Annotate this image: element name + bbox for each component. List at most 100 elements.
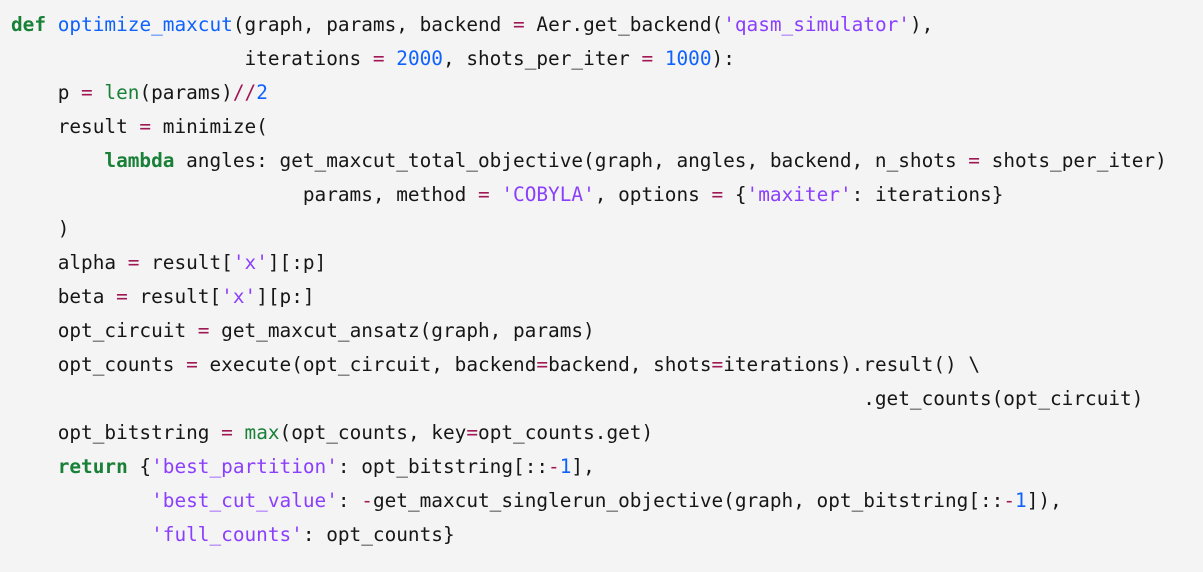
code-token-text: result[ [127, 285, 222, 308]
code-block: def optimize_maxcut(graph, params, backe… [0, 0, 1203, 572]
code-line: result = minimize( [11, 110, 1203, 144]
code-token-text: backend, shots [548, 353, 712, 376]
code-token-builtin: max [244, 421, 280, 444]
code-token-string: 'x' [221, 285, 257, 308]
code-token-text: minimize( [151, 115, 268, 138]
code-token-string: 'qasm_simulator' [723, 13, 910, 36]
code-line: opt_bitstring = max(opt_counts, key=opt_… [11, 416, 1203, 450]
code-token-text: opt_circuit [11, 319, 198, 342]
code-token-text: (params) [139, 81, 233, 104]
code-token-operator: = [711, 183, 724, 206]
code-token-text: result [11, 115, 140, 138]
code-token-operator: = [197, 319, 210, 342]
code-token-text: params, method [11, 183, 478, 206]
code-line: ) [11, 212, 1203, 246]
code-token-text: ][:p] [267, 251, 327, 274]
code-token-text: ], [571, 455, 595, 478]
code-token-operator: - [361, 489, 373, 512]
code-line: opt_circuit = get_maxcut_ansatz(graph, p… [11, 314, 1203, 348]
code-token-text: : [337, 489, 362, 512]
code-token-keyword: lambda [104, 149, 175, 172]
code-token-text: opt_counts.get) [478, 421, 654, 444]
code-token-text: , shots_per_iter [442, 47, 642, 70]
code-line: .get_counts(opt_circuit) [11, 382, 1203, 416]
code-token-text: iterations).result() \ [723, 353, 981, 376]
code-token-string: 'best_cut_value' [151, 489, 338, 512]
code-token-text: .get_counts(opt_circuit) [11, 387, 1144, 410]
code-token-text: beta [11, 285, 117, 308]
code-token-operator: - [1003, 489, 1016, 512]
code-token-operator: = [466, 421, 479, 444]
code-token-text: , options [594, 183, 712, 206]
code-token-text: angles: get_maxcut_total_objective(graph… [174, 149, 969, 172]
code-token-text: opt_counts [11, 353, 187, 376]
code-token-operator: = [477, 183, 490, 206]
code-line: lambda angles: get_maxcut_total_objectiv… [11, 144, 1203, 178]
code-token-string: 'maxiter' [746, 183, 852, 206]
code-token-builtin: len [104, 81, 140, 104]
code-line: beta = result['x'][p:] [11, 280, 1203, 314]
code-line: alpha = result['x'][:p] [11, 246, 1203, 280]
code-token-text: : opt_counts} [302, 523, 455, 546]
code-token-number: 2000 [396, 47, 443, 70]
code-token-keyword: return [57, 455, 128, 478]
code-token-text: execute(opt_circuit, backend [197, 353, 537, 376]
code-token-number: 1 [559, 455, 572, 478]
code-token-number: 1 [1015, 489, 1027, 512]
code-line: params, method = 'COBYLA', options = {'m… [11, 178, 1203, 212]
code-token-text: opt_bitstring [11, 421, 222, 444]
code-token-operator: = [186, 353, 198, 376]
code-line: p = len(params)//2 [11, 76, 1203, 110]
code-token-text: (graph, params, backend [232, 13, 514, 36]
code-token-text: iterations [11, 47, 373, 70]
code-token-funcname: optimize_maxcut [57, 13, 233, 36]
code-token-text: { [127, 455, 152, 478]
code-token-number: 2 [256, 81, 268, 104]
code-token-operator: = [81, 81, 93, 104]
code-token-text: Aer.get_backend( [524, 13, 724, 36]
code-token-text: (opt_counts, key [279, 421, 467, 444]
code-token-operator: = [641, 47, 654, 70]
code-token-text: p [11, 81, 82, 104]
code-token-text: : iterations} [851, 183, 1004, 206]
code-line: def optimize_maxcut(graph, params, backe… [11, 8, 1203, 42]
code-line: opt_counts = execute(opt_circuit, backen… [11, 348, 1203, 382]
code-token-operator: = [513, 13, 525, 36]
code-token-operator: // [232, 81, 257, 104]
code-token-text: ]), [1026, 489, 1062, 512]
code-token-operator: = [139, 115, 152, 138]
code-token-number: 1000 [664, 47, 712, 70]
code-token-string: 'x' [232, 251, 268, 274]
code-token-text: ): [711, 47, 735, 70]
code-token-text: ), [909, 13, 934, 36]
code-token-operator: = [372, 47, 385, 70]
code-token-text: ][p:] [256, 285, 315, 308]
code-token-text: ) [11, 217, 70, 240]
code-token-text: : opt_bitstring[:: [337, 455, 549, 478]
code-token-keyword: def [11, 13, 47, 36]
code-token-operator: = [711, 353, 724, 376]
code-token-text: shots_per_iter) [979, 149, 1167, 172]
code-line: return {'best_partition': opt_bitstring[… [11, 450, 1203, 484]
code-line: iterations = 2000, shots_per_iter = 1000… [11, 42, 1203, 76]
code-token-text: alpha [11, 251, 128, 274]
code-token-operator: = [116, 285, 128, 308]
code-token-string: 'full_counts' [151, 523, 303, 546]
code-token-operator: - [548, 455, 560, 478]
code-token-text: result[ [139, 251, 233, 274]
code-token-text: get_maxcut_ansatz(graph, params) [209, 319, 595, 342]
code-token-string: 'best_partition' [151, 455, 338, 478]
code-line: 'full_counts': opt_counts} [11, 518, 1203, 552]
code-token-operator: = [536, 353, 549, 376]
code-token-text: { [723, 183, 747, 206]
code-token-string: 'COBYLA' [501, 183, 595, 206]
code-token-operator: = [968, 149, 980, 172]
